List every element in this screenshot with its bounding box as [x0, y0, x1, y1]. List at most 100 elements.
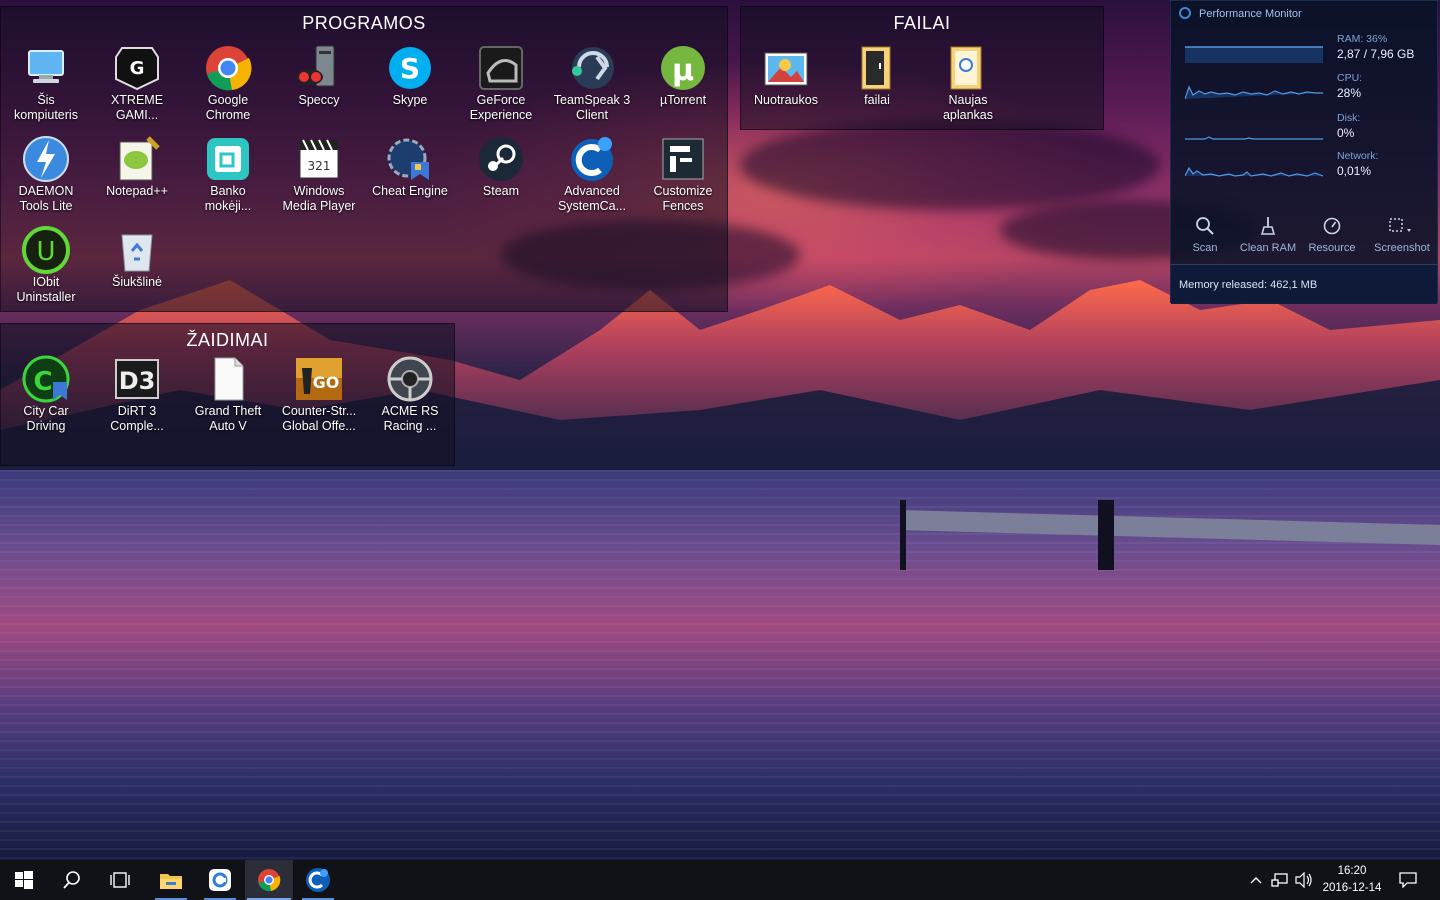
desktop-shortcut[interactable]: S Skype	[365, 41, 455, 129]
clock-time: 16:20	[1337, 865, 1367, 877]
shortcut-label: Banko mokėji...	[204, 184, 252, 213]
desktop-shortcut[interactable]: Google Chrome	[183, 41, 273, 129]
volume-tray-button[interactable]	[1293, 860, 1315, 900]
shortcut-label: Naujas aplankas	[942, 93, 994, 122]
task-view-button[interactable]	[96, 860, 144, 900]
desktop-shortcut[interactable]: failai	[832, 41, 922, 129]
gta-v-icon	[203, 354, 253, 404]
start-button[interactable]	[0, 860, 48, 900]
shortcut-label: failai	[864, 93, 890, 107]
desktop-shortcut[interactable]: Nuotraukos	[741, 41, 831, 129]
desktop-shortcut[interactable]: Speccy	[274, 41, 364, 129]
shortcut-label: Notepad++	[106, 184, 168, 198]
pier	[900, 500, 1440, 570]
scan-button[interactable]: Scan	[1172, 216, 1238, 254]
shortcut-label: XTREME GAMI...	[110, 93, 164, 122]
svg-text:U: U	[36, 237, 55, 267]
show-hidden-icons-button[interactable]	[1246, 860, 1266, 900]
desktop-shortcut[interactable]: Cheat Engine	[365, 132, 455, 220]
shortcut-label: Nuotraukos	[754, 93, 818, 107]
desktop-shortcut[interactable]: 321 Windows Media Player	[274, 132, 364, 220]
notification-icon	[1399, 872, 1417, 888]
taskbar-clock[interactable]: 16:20 2016-12-14	[1316, 863, 1388, 897]
shortcut-label: Windows Media Player	[282, 184, 356, 213]
desktop-shortcut[interactable]: Šiukšlinė	[92, 223, 182, 311]
resource-button[interactable]: Resource	[1299, 216, 1365, 254]
shortcut-label: Šis kompiuteris	[14, 93, 78, 122]
svg-text:µ: µ	[672, 53, 694, 88]
shortcut-label: IObit Uninstaller	[16, 275, 76, 304]
taskbar-file-explorer[interactable]	[147, 860, 195, 900]
advanced-systemcare-icon	[567, 134, 617, 184]
network-label: Network:	[1337, 150, 1379, 162]
fence-failai[interactable]: FAILAI Nuotraukos failai Naujas aplankas	[740, 6, 1104, 130]
fence-zaidimai[interactable]: ŽAIDIMAI C City Car Driving D3 DiRT 3 Compl…	[0, 323, 455, 466]
desktop-shortcut[interactable]: Advanced SystemCa...	[547, 132, 637, 220]
cpu-label: CPU:	[1337, 72, 1363, 84]
shortcut-label: Šiukšlinė	[111, 275, 163, 289]
speccy-icon	[294, 43, 344, 93]
screenshot-label: Screenshot	[1374, 242, 1430, 254]
desktop-shortcut[interactable]: Customize Fences	[638, 132, 728, 220]
shortcut-label: µTorrent	[659, 93, 707, 107]
desktop-shortcut[interactable]: Šis kompiuteris	[1, 41, 91, 129]
chevron-up-icon	[1250, 877, 1262, 884]
ram-value: 2,87 / 7,96 GB	[1337, 47, 1415, 61]
chrome-icon	[258, 869, 281, 892]
memory-released-message: Memory released: 462,1 MB	[1171, 264, 1437, 304]
desktop-shortcut[interactable]: Banko mokėji...	[183, 132, 273, 220]
shortcut-label: Grand Theft Auto V	[194, 404, 262, 433]
teamspeak-icon	[567, 43, 617, 93]
new-folder-icon	[943, 43, 993, 93]
desktop-shortcut[interactable]: µ µTorrent	[638, 41, 728, 129]
fence-programos[interactable]: PROGRAMOS Šis kompiuteris G XTREME GAMI...…	[0, 6, 728, 312]
shortcut-label: DAEMON Tools Lite	[18, 184, 74, 213]
perf-title: Performance Monitor	[1199, 8, 1302, 20]
desktop-shortcut[interactable]: GO Counter-Str... Global Offe...	[274, 352, 364, 440]
taskbar-app[interactable]	[196, 860, 244, 900]
disk-label: Disk:	[1337, 112, 1361, 124]
chrome-icon	[203, 43, 253, 93]
desktop-shortcut[interactable]: C City Car Driving	[1, 352, 91, 440]
svg-text:321: 321	[308, 159, 331, 173]
shortcut-label: Skype	[392, 93, 428, 107]
network-tray-button[interactable]	[1269, 860, 1291, 900]
screenshot-button[interactable]: Screenshot	[1369, 216, 1435, 254]
taskbar-advanced-systemcare[interactable]	[294, 860, 342, 900]
taskbar-chrome[interactable]	[245, 860, 293, 900]
desktop-shortcut[interactable]: TeamSpeak 3 Client	[547, 41, 637, 129]
search-icon	[63, 871, 80, 889]
desktop-shortcut[interactable]: Steam	[456, 132, 546, 220]
skype-icon: S	[385, 43, 435, 93]
desktop-shortcut[interactable]: D3 DiRT 3 Comple...	[92, 352, 182, 440]
desktop-shortcut[interactable]: DAEMON Tools Lite	[1, 132, 91, 220]
search-button[interactable]	[48, 860, 96, 900]
clean-ram-button[interactable]: Clean RAM	[1235, 216, 1301, 254]
ram-label: RAM: 36%	[1337, 33, 1388, 45]
geforce-icon	[476, 43, 526, 93]
acme-racing-icon	[385, 354, 435, 404]
this-pc-icon	[21, 43, 71, 93]
network-value: 0,01%	[1337, 164, 1372, 178]
desktop-shortcut[interactable]: Grand Theft Auto V	[183, 352, 273, 440]
shortcut-label: GeForce Experience	[469, 93, 533, 122]
media-player-icon: 321	[294, 134, 344, 184]
clean-ram-label: Clean RAM	[1239, 242, 1297, 254]
screenshot-icon	[1389, 218, 1411, 232]
desktop-shortcut[interactable]: U IObit Uninstaller	[1, 223, 91, 311]
shortcut-label: DiRT 3 Comple...	[110, 404, 164, 433]
bank-payment-icon	[203, 134, 253, 184]
app-icon	[209, 869, 231, 891]
desktop-shortcut[interactable]: Naujas aplankas	[923, 41, 1013, 129]
network-graph	[1185, 166, 1323, 177]
iobit-uninstaller-icon: U	[21, 225, 71, 275]
gigabyte-xtreme-icon: G	[112, 43, 162, 93]
folder-icon	[160, 874, 182, 889]
photos-icon	[761, 43, 811, 93]
action-center-button[interactable]	[1394, 860, 1422, 900]
desktop-shortcut[interactable]: GeForce Experience	[456, 41, 546, 129]
desktop-shortcut[interactable]: Notepad++	[92, 132, 182, 220]
desktop-shortcut[interactable]: ACME RS Racing ...	[365, 352, 455, 440]
desktop-shortcut[interactable]: G XTREME GAMI...	[92, 41, 182, 129]
clock-date: 2016-12-14	[1322, 882, 1382, 894]
